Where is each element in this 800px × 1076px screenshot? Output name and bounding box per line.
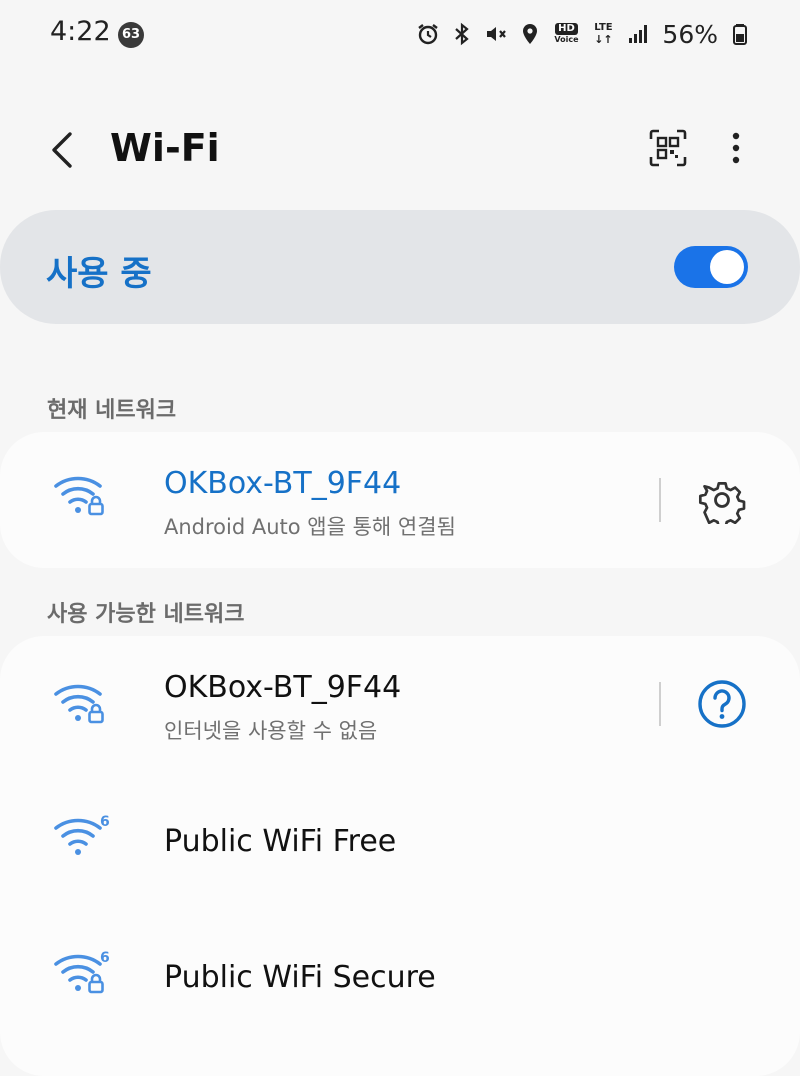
network-help-button[interactable]: [694, 676, 750, 732]
hd-voice-icon: HD Voice: [554, 23, 579, 44]
help-circle-icon: [698, 680, 746, 728]
more-vertical-icon: [732, 132, 740, 164]
bluetooth-icon: [450, 22, 474, 46]
more-options-button[interactable]: [718, 126, 754, 170]
battery-icon: [728, 22, 752, 46]
status-icons: HD Voice LTE ↓↑ 56%: [416, 16, 752, 52]
available-networks-card: OKBox-BT_9F44 인터넷을 사용할 수 없음 6 Public WiF…: [0, 636, 800, 1076]
wifi-secured-icon: [54, 684, 104, 724]
wifi-secured-icon: [54, 476, 104, 516]
network-list-item[interactable]: 6 Public WiFi Free: [0, 772, 800, 908]
qr-code-scan-icon: [649, 129, 687, 167]
network-settings-button[interactable]: [694, 472, 750, 528]
network-list-item[interactable]: OKBox-BT_9F44 인터넷을 사용할 수 없음: [0, 636, 800, 772]
current-network-row[interactable]: OKBox-BT_9F44 Android Auto 앱을 통해 연결됨: [0, 432, 800, 568]
toggle-knob: [710, 250, 744, 284]
page-title: Wi-Fi: [110, 126, 220, 170]
network-list-item[interactable]: 6 Public WiFi Secure: [0, 908, 800, 1044]
current-network-header: 현재 네트워크: [47, 398, 177, 423]
network-name: Public WiFi Secure: [164, 960, 436, 995]
notification-count-badge: 63: [118, 22, 144, 48]
network-name: Public WiFi Free: [164, 824, 397, 859]
current-network-name: OKBox-BT_9F44: [164, 466, 402, 501]
signal-icon: [626, 22, 650, 46]
current-network-card: OKBox-BT_9F44 Android Auto 앱을 통해 연결됨: [0, 432, 800, 568]
alarm-icon: [416, 22, 440, 46]
wifi-toggle[interactable]: [674, 246, 748, 288]
network-name: OKBox-BT_9F44: [164, 670, 402, 705]
master-switch-label: 사용 중: [46, 254, 152, 294]
status-time: 4:22: [50, 16, 111, 47]
divider: [659, 478, 661, 522]
gear-icon: [698, 482, 746, 524]
wifi6-secured-icon: 6: [54, 950, 110, 994]
current-network-status: Android Auto 앱을 통해 연결됨: [164, 515, 456, 539]
network-status: 인터넷을 사용할 수 없음: [164, 719, 378, 743]
wifi6-icon: 6: [54, 814, 110, 855]
available-networks-header: 사용 가능한 네트워크: [47, 602, 245, 627]
wifi-master-switch-row[interactable]: 사용 중: [0, 210, 800, 324]
battery-percent: 56%: [662, 19, 718, 49]
location-icon: [518, 22, 542, 46]
back-button[interactable]: [40, 126, 84, 174]
vibrate-mute-icon: [484, 22, 508, 46]
chevron-left-icon: [52, 132, 72, 168]
divider: [659, 682, 661, 726]
status-bar: 4:22 63 HD Voice LTE ↓↑ 56%: [0, 0, 800, 70]
qr-scan-button[interactable]: [646, 126, 690, 170]
wifi6-badge: 6: [100, 814, 110, 830]
wifi6-badge: 6: [100, 950, 110, 966]
lte-icon: LTE ↓↑: [594, 22, 613, 46]
